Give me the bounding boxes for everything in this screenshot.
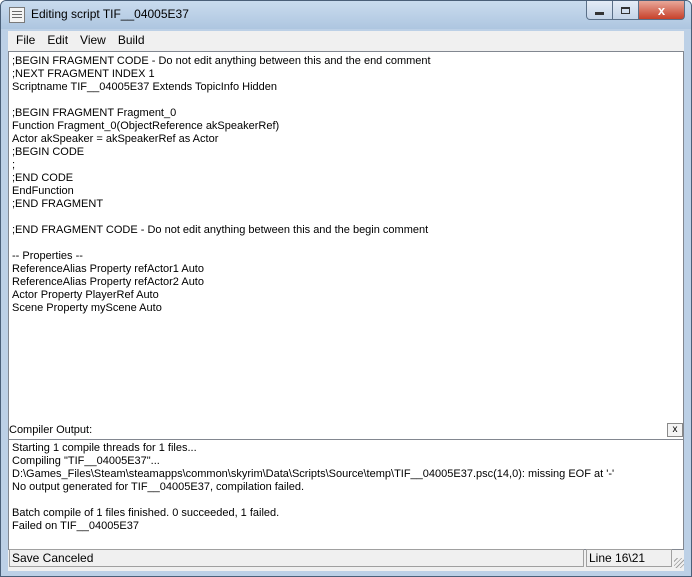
output-line: Failed on TIF__04005E37 bbox=[12, 520, 139, 532]
output-line: No output generated for TIF__04005E37, c… bbox=[12, 481, 305, 493]
compiler-output-panel[interactable]: Starting 1 compile threads for 1 files..… bbox=[8, 439, 684, 550]
menu-bar: File Edit View Build bbox=[8, 31, 684, 50]
output-line: Starting 1 compile threads for 1 files..… bbox=[12, 442, 197, 454]
code-line: ;END CODE bbox=[12, 172, 74, 184]
output-line: D:\Games_Files\Steam\steamapps\common\sk… bbox=[12, 468, 615, 480]
title-bar[interactable]: Editing script TIF__04005E37 x bbox=[1, 1, 691, 29]
output-line: Compiling "TIF__04005E37"... bbox=[12, 455, 160, 467]
code-line: ;NEXT FRAGMENT INDEX 1 bbox=[12, 68, 155, 80]
code-line: ; bbox=[12, 159, 16, 171]
window-title: Editing script TIF__04005E37 bbox=[31, 7, 189, 21]
code-line: ReferenceAlias Property refActor2 Auto bbox=[12, 276, 204, 288]
maximize-button[interactable] bbox=[613, 1, 639, 20]
compiler-output-label: Compiler Output: bbox=[9, 424, 93, 436]
cursor-position: Line 16\21 bbox=[586, 549, 672, 567]
status-message: Save Canceled bbox=[9, 549, 584, 567]
compiler-output-header: Compiler Output: x bbox=[8, 422, 684, 438]
code-line: Actor akSpeaker = akSpeakerRef as Actor bbox=[12, 133, 219, 145]
maximize-icon bbox=[621, 6, 630, 14]
resize-grip-icon[interactable] bbox=[674, 558, 684, 568]
code-line: EndFunction bbox=[12, 185, 74, 197]
close-icon: x bbox=[657, 2, 666, 18]
code-line: ;BEGIN FRAGMENT CODE - Do not edit anyth… bbox=[12, 55, 431, 67]
menu-edit[interactable]: Edit bbox=[41, 31, 74, 50]
code-line: -- Properties -- bbox=[12, 250, 83, 262]
code-line: ReferenceAlias Property refActor1 Auto bbox=[12, 263, 204, 275]
output-line: Batch compile of 1 files finished. 0 suc… bbox=[12, 507, 280, 519]
close-button[interactable]: x bbox=[639, 1, 685, 20]
compiler-output-text[interactable]: Starting 1 compile threads for 1 files..… bbox=[9, 440, 683, 536]
menu-build[interactable]: Build bbox=[112, 31, 151, 50]
code-line: Function Fragment_0(ObjectReference akSp… bbox=[12, 120, 280, 132]
code-line: Scene Property myScene Auto bbox=[12, 302, 162, 314]
script-editor-window: Editing script TIF__04005E37 x File Edit… bbox=[0, 0, 692, 577]
app-icon[interactable] bbox=[9, 7, 25, 23]
script-editor[interactable]: ;BEGIN FRAGMENT CODE - Do not edit anyth… bbox=[8, 51, 684, 445]
client-area: File Edit View Build ;BEGIN FRAGMENT COD… bbox=[8, 31, 684, 571]
menu-view[interactable]: View bbox=[74, 31, 112, 50]
menu-file[interactable]: File bbox=[8, 31, 41, 50]
code-line: Scriptname TIF__04005E37 Extends TopicIn… bbox=[12, 81, 277, 93]
code-line: ;BEGIN FRAGMENT Fragment_0 bbox=[12, 107, 177, 119]
code-line: ;END FRAGMENT bbox=[12, 198, 104, 210]
script-text[interactable]: ;BEGIN FRAGMENT CODE - Do not edit anyth… bbox=[9, 52, 683, 318]
minimize-button[interactable] bbox=[586, 1, 613, 20]
minimize-icon bbox=[595, 11, 604, 15]
code-line: Actor Property PlayerRef Auto bbox=[12, 289, 159, 301]
status-bar: Save Canceled Line 16\21 bbox=[8, 548, 684, 568]
code-line: ;BEGIN CODE bbox=[12, 146, 85, 158]
compiler-output-close-button[interactable]: x bbox=[667, 423, 683, 437]
code-line: ;END FRAGMENT CODE - Do not edit anythin… bbox=[12, 224, 429, 236]
caption-buttons: x bbox=[586, 1, 685, 21]
